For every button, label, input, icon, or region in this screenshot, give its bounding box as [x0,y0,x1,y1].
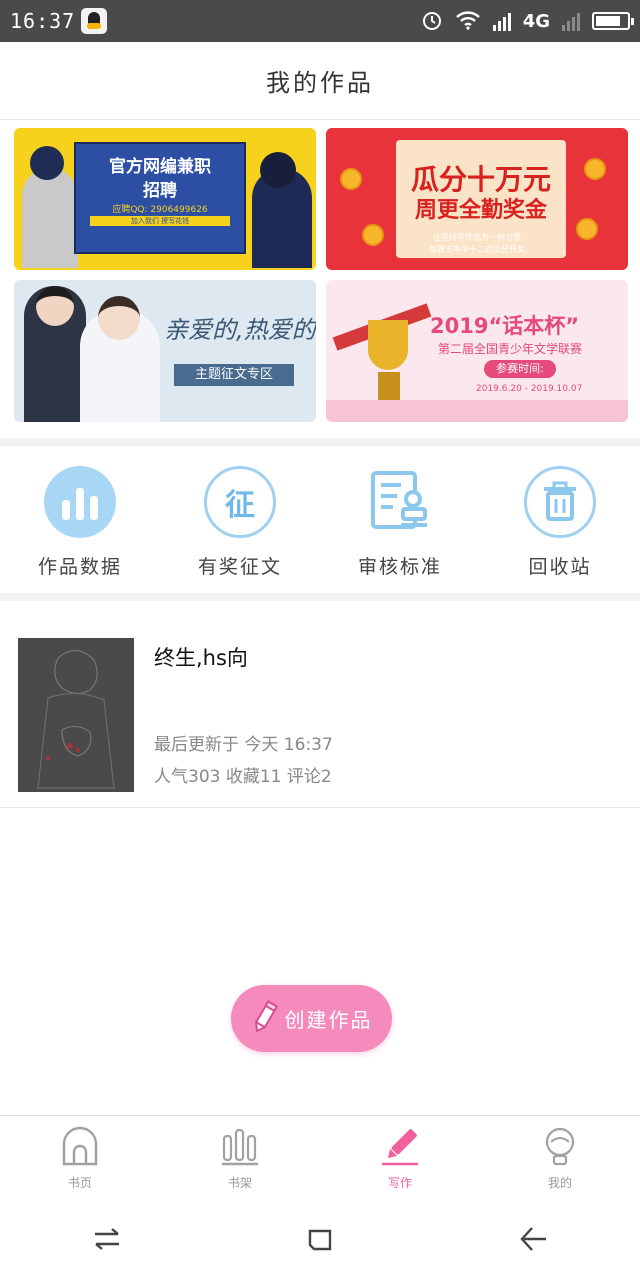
bookshelf-icon [220,1126,260,1170]
banner-recruit-sub: 加入我们 撩写花钱 [90,216,230,226]
qq-notification-icon [81,8,108,34]
coin-icon [340,168,362,190]
quick-actions: 作品数据 征 有奖征文 审核标准 回收站 [0,448,640,592]
signal-secondary-icon [562,11,580,31]
back-button[interactable] [513,1221,553,1261]
banner-recruit-title: 官方网编兼职 [109,157,211,177]
banner-cup-title: 2019“话本杯” [430,314,580,338]
banner-bonus-sub1: 让坚持写作成为一种习惯 [433,233,521,242]
create-work-button[interactable]: 创建作品 [231,985,392,1052]
banner-illustration [22,168,78,268]
alarm-icon [421,9,443,34]
banner-theme-title: 亲爱的,热爱的 [164,316,316,344]
banner-bonus-sub2: 每周五中午十二点瓜分开奖 [429,245,525,254]
banner-recruit-contact: 应聘QQ: 2906499626 [112,205,208,215]
switch-arrows-icon [92,1226,122,1256]
back-arrow-icon [518,1224,548,1258]
home-icon [60,1126,100,1170]
home-button[interactable] [300,1221,340,1261]
banner-grid: 官方网编兼职 招聘 应聘QQ: 2906499626 加入我们 撩写花钱 瓜分十… [14,128,628,424]
page-title: 我的作品 [266,69,374,97]
quick-action-label: 作品数据 [37,556,122,578]
banner-theme-tag: 主题征文专区 [174,364,294,386]
quick-action-label: 审核标准 [357,556,442,578]
trash-icon [524,466,596,538]
work-stats: 人气303 收藏11 评论2 [154,767,332,787]
bottom-tab-bar: 书页 书架 写作 我的 [0,1115,640,1201]
tab-label: 书架 [227,1176,252,1190]
tab-label: 写作 [387,1176,412,1190]
work-updated-time: 最后更新于 今天 16:37 [154,735,333,755]
banner-cup-time-label: 参赛时间: [484,360,556,378]
tab-profile[interactable]: 我的 [480,1116,640,1201]
quick-action-trash[interactable]: 回收站 [500,466,620,579]
bar-chart-icon [44,466,116,538]
coin-icon [584,158,606,180]
banner-theme-contest[interactable]: 亲爱的,热爱的 主题征文专区 [14,280,316,422]
trophy-icon [368,320,408,370]
section-divider [0,438,640,446]
review-doc-icon [364,466,436,538]
status-time: 16:37 [10,9,76,33]
quick-action-label: 有奖征文 [197,556,282,578]
banner-cup-dates: 2019.6.20 - 2019.10.07 [476,384,583,394]
pencil-icon [251,999,279,1038]
tab-label: 我的 [547,1176,572,1190]
tab-home[interactable]: 书页 [0,1116,160,1201]
quick-action-review-rules[interactable]: 审核标准 [340,466,460,579]
pencil-icon [380,1126,420,1170]
signal-icon [492,11,511,31]
quick-action-contest[interactable]: 征 有奖征文 [180,466,300,579]
work-title[interactable]: 终生,hs向 [154,642,248,672]
recent-apps-button[interactable] [87,1221,127,1261]
system-nav-bar [0,1201,640,1280]
status-bar: 16:37 4G [0,0,640,42]
tab-write[interactable]: 写作 [320,1116,480,1201]
work-list-item[interactable]: 终生,hs向 最后更新于 今天 16:37 人气303 收藏11 评论2 [0,602,640,808]
work-cover-image [18,638,134,792]
tab-bookshelf[interactable]: 书架 [160,1116,320,1201]
contest-icon: 征 [204,466,276,538]
square-icon [306,1225,334,1257]
banner-bonus-subtitle: 周更全勤奖金 [414,198,547,223]
banner-recruit-subtitle: 招聘 [143,181,177,201]
banner-recruit[interactable]: 官方网编兼职 招聘 应聘QQ: 2906499626 加入我们 撩写花钱 [14,128,316,270]
page-header: 我的作品 [0,42,640,120]
profile-icon [540,1126,580,1170]
tab-label: 书页 [67,1176,92,1190]
battery-icon [592,12,634,30]
banner-huaben-cup[interactable]: 2019“话本杯” 第二届全国青少年文学联赛 参赛时间: 2019.6.20 -… [326,280,628,422]
section-divider [0,593,640,601]
banner-cup-subtitle: 第二届全国青少年文学联赛 [438,342,583,356]
quick-action-label: 回收站 [528,556,592,578]
network-type: 4G [522,10,550,32]
create-work-label: 创建作品 [284,1008,373,1032]
banner-bonus[interactable]: 瓜分十万元 周更全勤奖金 让坚持写作成为一种习惯 每周五中午十二点瓜分开奖 [326,128,628,270]
quick-action-stats[interactable]: 作品数据 [20,466,140,579]
wifi-icon [455,10,481,33]
